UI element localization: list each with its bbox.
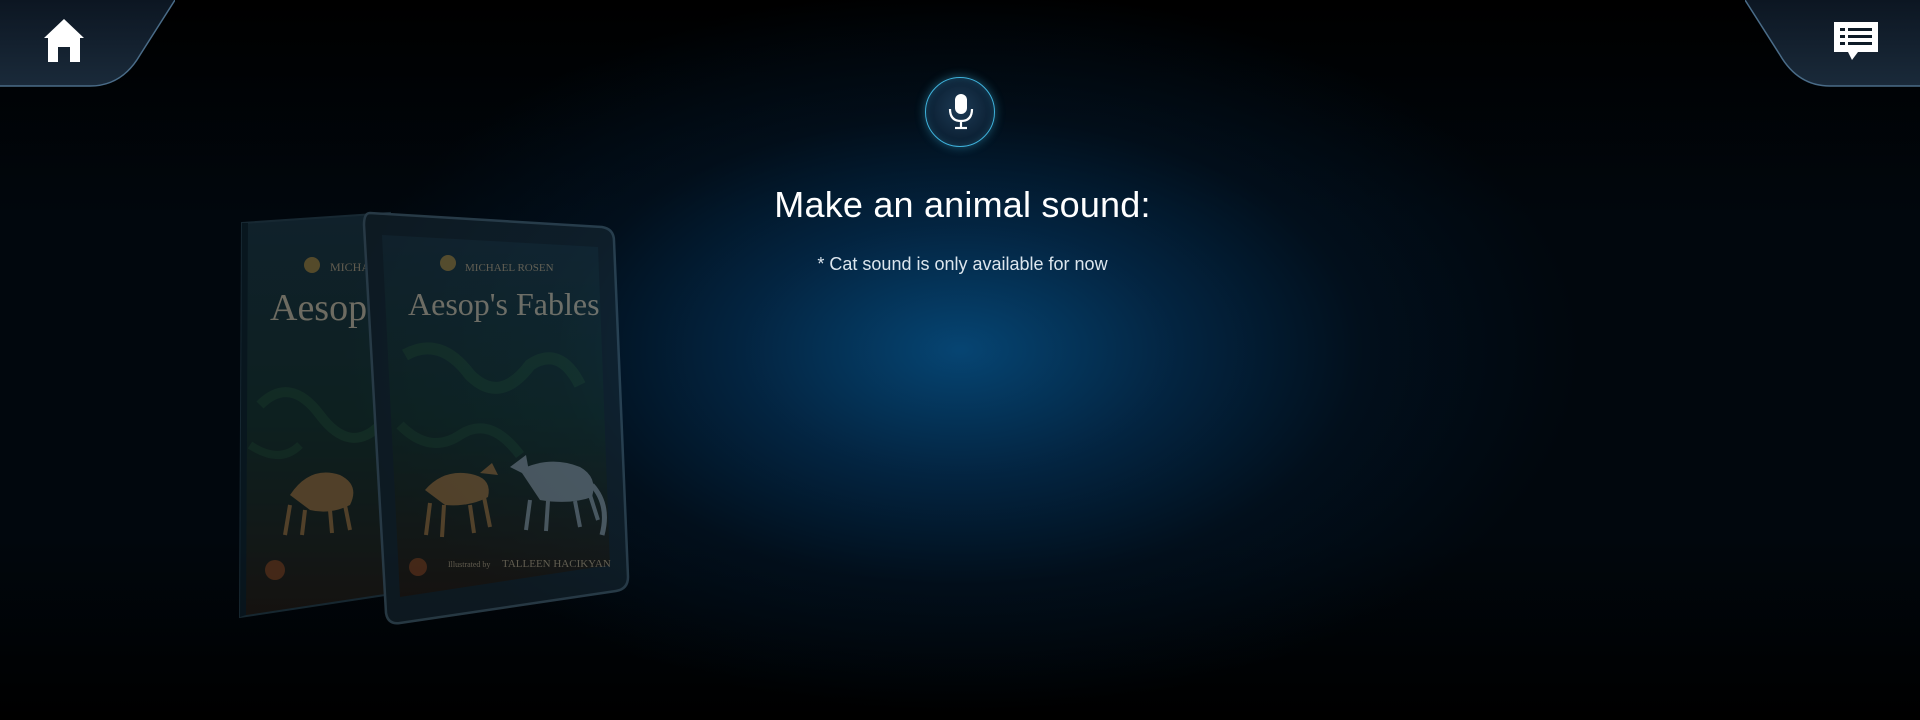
- tablet-book: MICHAEL ROSEN Aesop's Fables Illustrated…: [362, 211, 630, 625]
- home-tab: [0, 0, 175, 88]
- messages-tab: [1745, 0, 1920, 88]
- screen: Make an animal sound: * Cat sound is onl…: [0, 0, 1920, 720]
- chat-icon: [1834, 22, 1878, 60]
- messages-button[interactable]: [1830, 14, 1882, 66]
- book-artwork: MICHA... Aesop MICHAEL ROSEN Aesop's Fab…: [230, 205, 650, 625]
- svg-text:Aesop's Fables: Aesop's Fables: [408, 286, 600, 322]
- svg-text:MICHAEL ROSEN: MICHAEL ROSEN: [465, 262, 554, 274]
- home-icon: [44, 19, 84, 62]
- microphone-button[interactable]: [925, 77, 995, 147]
- svg-text:TALLEEN HACIKYAN: TALLEEN HACIKYAN: [502, 558, 611, 570]
- svg-text:Aesop: Aesop: [270, 287, 367, 329]
- microphone-icon: [948, 94, 974, 130]
- home-button[interactable]: [38, 14, 90, 66]
- svg-text:Illustrated by: Illustrated by: [448, 560, 490, 569]
